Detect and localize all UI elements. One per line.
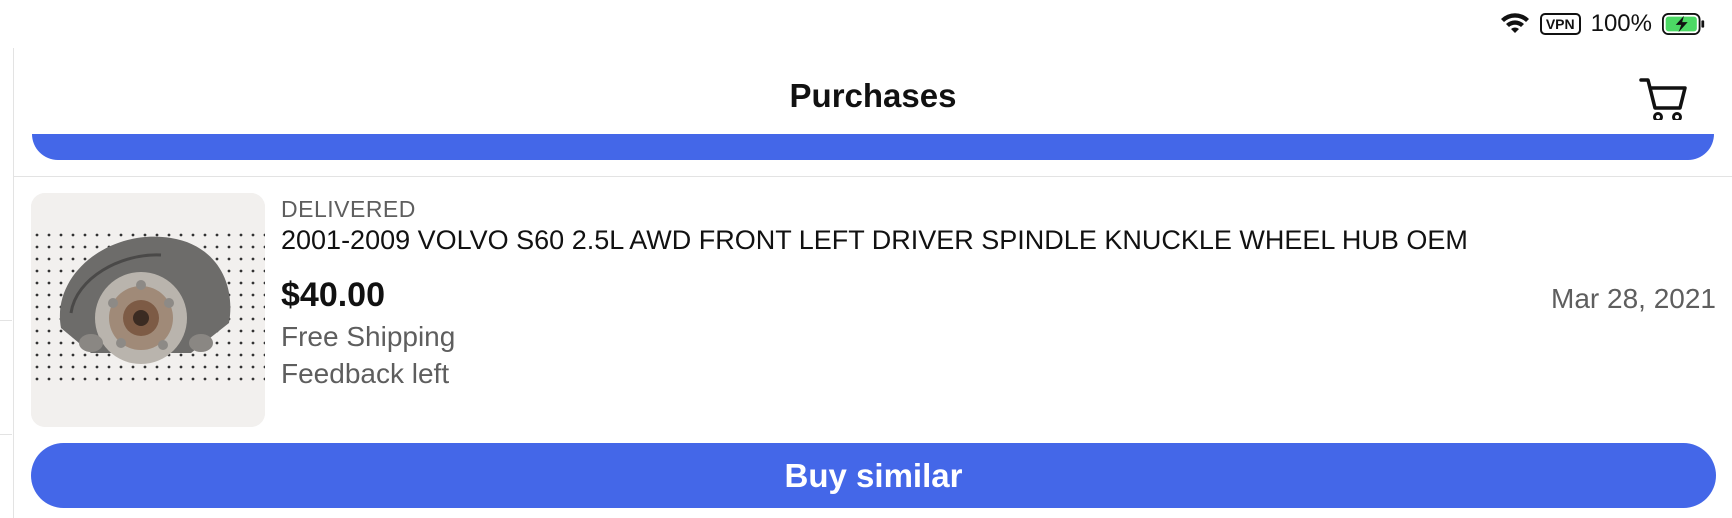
- buy-similar-button[interactable]: Buy similar: [31, 443, 1716, 508]
- item-price: $40.00: [281, 276, 385, 314]
- feedback-status: Feedback left: [281, 358, 450, 389]
- battery-charging-icon: [1662, 13, 1705, 35]
- shipping-info: Free Shipping: [281, 321, 456, 352]
- split-view-separator: [0, 320, 12, 321]
- previous-item-button-edge[interactable]: [32, 120, 1714, 160]
- item-thumbnail[interactable]: [31, 193, 265, 427]
- wifi-icon: [1500, 13, 1529, 33]
- wheel-hub-photo: [31, 193, 265, 427]
- order-status: DELIVERED: [281, 196, 416, 222]
- item-title[interactable]: 2001-2009 VOLVO S60 2.5L AWD FRONT LEFT …: [281, 225, 1468, 256]
- status-bar: VPN 100%: [1500, 8, 1706, 40]
- purchase-date: Mar 28, 2021: [1551, 283, 1716, 314]
- cart-icon[interactable]: [1638, 74, 1688, 124]
- vpn-badge: VPN: [1539, 13, 1581, 35]
- battery-percent: 100%: [1590, 10, 1652, 37]
- list-divider: [14, 176, 1732, 177]
- split-view-divider: [13, 48, 14, 518]
- page-title: Purchases: [789, 77, 957, 114]
- split-view-separator: [0, 434, 12, 435]
